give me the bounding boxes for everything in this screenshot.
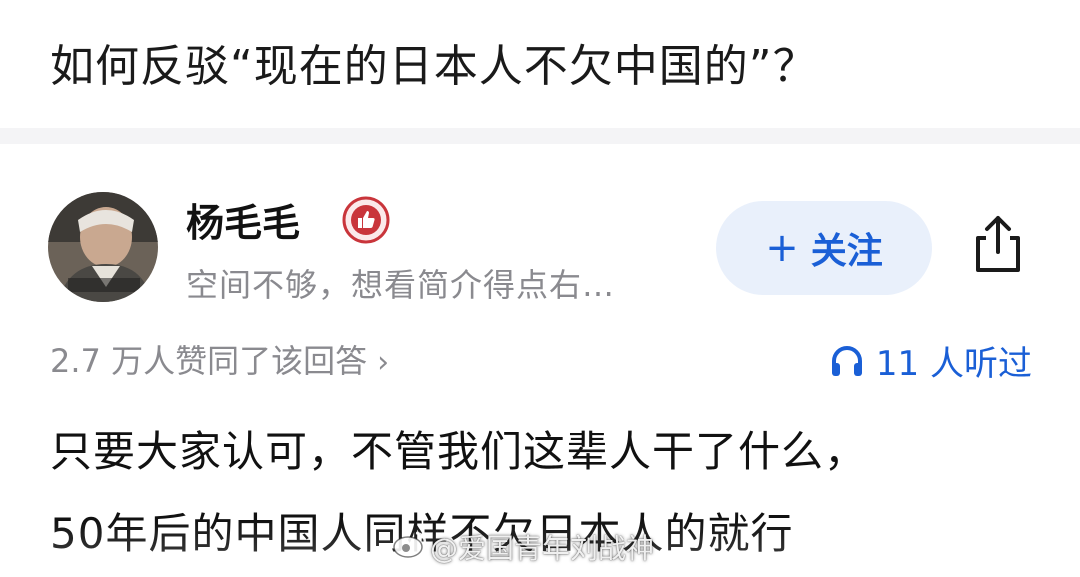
upvote-count[interactable]: 2.7 万人赞同了该回答 › [50,336,389,382]
listen-count-text: 11 人听过 [875,344,1032,384]
thumbs-up-badge-icon [342,196,390,244]
follow-button[interactable]: + 关注 [716,201,932,295]
answer-text-line-1[interactable]: 只要大家认可，不管我们这辈人干了什么， [50,418,867,479]
plus-icon: + [765,225,799,271]
author-avatar[interactable] [48,192,158,302]
listen-count[interactable]: 11 人听过 [830,336,1032,385]
author-bio[interactable]: 空间不够，想看简介得点右… [186,260,615,306]
upvote-count-text: 2.7 万人赞同了该回答 [50,342,368,380]
section-divider [0,128,1080,144]
follow-button-label: 关注 [810,231,883,272]
share-icon[interactable] [968,212,1028,276]
author-name[interactable]: 杨毛毛 [186,192,300,247]
headphones-icon [831,345,862,376]
chevron-right-icon: › [377,345,390,380]
weibo-logo-icon [392,529,428,559]
question-title[interactable]: 如何反驳“现在的日本人不欠中国的”？ [50,30,818,94]
watermark: @爱国青年刘战神 [430,532,655,565]
